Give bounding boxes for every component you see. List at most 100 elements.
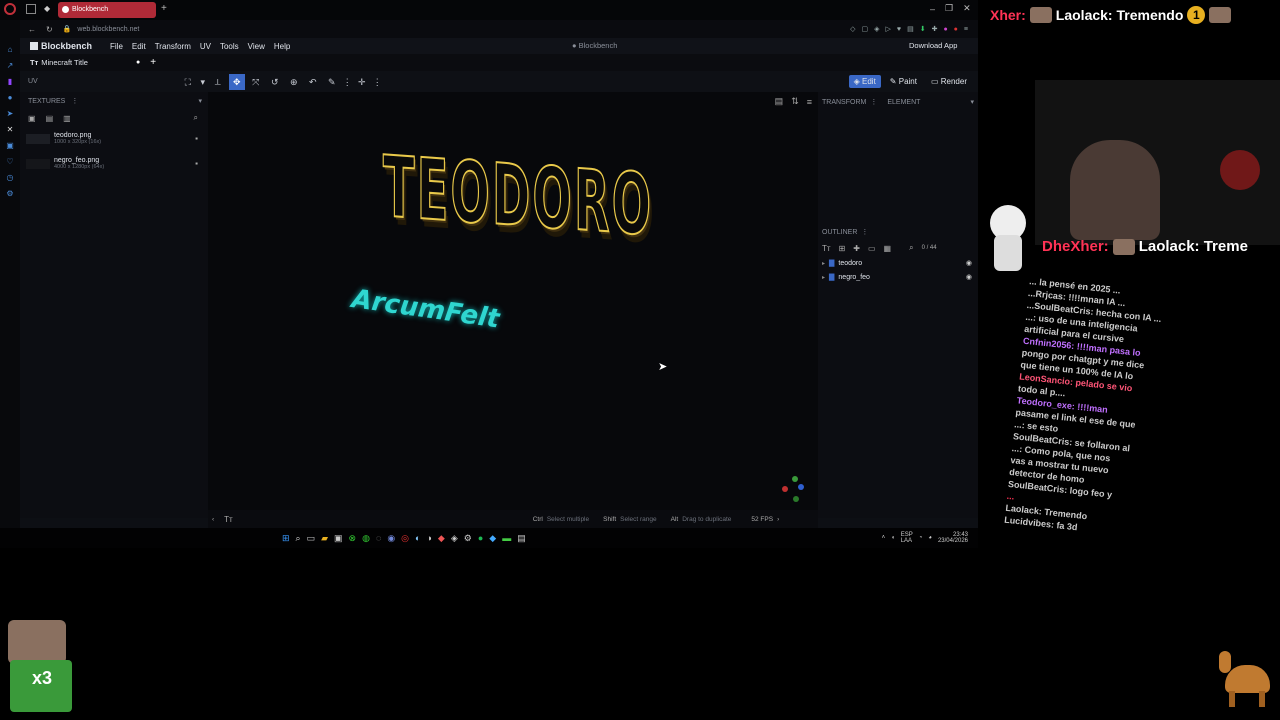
- notepad-icon[interactable]: ▤: [517, 533, 526, 544]
- sidebar-x-icon[interactable]: ✕: [0, 122, 20, 138]
- reload-icon[interactable]: ↻: [46, 25, 53, 34]
- mode-render[interactable]: ▭ Render: [926, 75, 972, 88]
- xbox-icon[interactable]: ⊗: [349, 533, 357, 544]
- visibility-eye-icon[interactable]: ◉: [966, 259, 972, 267]
- save-icon[interactable]: ▪: [195, 134, 198, 143]
- mode-edit[interactable]: ◈ Edit: [848, 75, 881, 88]
- terminal-icon[interactable]: ▣: [334, 533, 343, 544]
- sidebar-arrow-icon[interactable]: ↗: [0, 58, 20, 74]
- outliner-menu-icon[interactable]: ⋮: [861, 228, 868, 236]
- sidebar-home-icon[interactable]: ⌂: [0, 42, 20, 58]
- task-view-icon[interactable]: ▭: [307, 533, 316, 544]
- minimize-icon[interactable]: –: [930, 4, 935, 14]
- shield-icon[interactable]: ◈: [874, 25, 879, 33]
- textures-menu-icon[interactable]: ⋮: [71, 97, 78, 105]
- maximize-icon[interactable]: ❐: [945, 3, 953, 14]
- resize-tool-icon[interactable]: ⤧: [248, 74, 264, 90]
- volume-icon[interactable]: ◕: [928, 535, 932, 541]
- collapse-icon[interactable]: ▾: [970, 98, 974, 106]
- language-indicator[interactable]: ESP LAA: [901, 532, 913, 544]
- download-app-button[interactable]: Download App: [909, 41, 957, 50]
- create-texture-icon[interactable]: ▤: [46, 114, 54, 123]
- windows-start-icon[interactable]: ⊞: [282, 533, 290, 544]
- flow-icon[interactable]: ●: [943, 26, 947, 33]
- file-explorer-icon[interactable]: ▰: [321, 533, 328, 544]
- brave-icon[interactable]: ◆: [438, 533, 445, 544]
- collapse-left-icon[interactable]: ‹: [212, 516, 214, 523]
- wifi-icon[interactable]: ◔: [919, 535, 923, 541]
- sort-icon[interactable]: ⇅: [791, 96, 799, 107]
- move-tool-icon[interactable]: ✥: [228, 73, 245, 90]
- axis-gizmo[interactable]: [778, 474, 808, 504]
- opera-logo-icon[interactable]: [4, 3, 16, 15]
- expand-icon[interactable]: ▸: [822, 274, 825, 281]
- vertex-snap-icon[interactable]: ⟂: [210, 74, 226, 90]
- visibility-eye-icon[interactable]: ◉: [966, 273, 972, 281]
- screenshot-icon[interactable]: ▢: [862, 25, 869, 33]
- player-icon[interactable]: ▷: [886, 25, 891, 33]
- sidebar-twitch-icon[interactable]: ▮: [0, 74, 20, 90]
- close-icon[interactable]: ✕: [963, 3, 971, 14]
- sidebar-heart-icon[interactable]: ♡: [0, 154, 20, 170]
- menu-edit[interactable]: Edit: [132, 42, 146, 51]
- add-text-icon[interactable]: Tт: [822, 244, 831, 253]
- settings-icon[interactable]: ⚙: [464, 533, 472, 544]
- spotify-icon[interactable]: ●: [478, 533, 483, 543]
- menu-file[interactable]: File: [110, 42, 123, 51]
- vscode-icon[interactable]: ◆: [489, 533, 496, 544]
- search-icon[interactable]: ⌕: [909, 243, 913, 253]
- menu-uv[interactable]: UV: [200, 42, 211, 51]
- sidebar-telegram-icon[interactable]: ➤: [0, 106, 20, 122]
- collapse-icon[interactable]: ▾: [198, 97, 202, 105]
- teodoro-model[interactable]: TEODORO: [382, 137, 654, 277]
- opera-gx-icon[interactable]: ◎: [401, 533, 409, 544]
- heart-icon[interactable]: ♥: [897, 26, 901, 33]
- whatsapp-icon[interactable]: ◍: [362, 533, 370, 544]
- app-icon[interactable]: ◌: [376, 533, 381, 543]
- mic-icon[interactable]: ◖: [891, 535, 895, 541]
- menu-transform[interactable]: Transform: [155, 42, 191, 51]
- menu-tools[interactable]: Tools: [220, 42, 239, 51]
- url-field[interactable]: web.blockbench.net: [77, 26, 139, 33]
- taskbar-search-icon[interactable]: ⌕: [296, 533, 301, 544]
- menu-help[interactable]: Help: [274, 42, 290, 51]
- texture-item[interactable]: teodoro.png 1000 x 320px (16x) ▪: [20, 126, 208, 151]
- tab-blockbench[interactable]: Blockbench: [58, 2, 156, 18]
- collapse-right-icon[interactable]: ›: [777, 516, 779, 523]
- sidebar-messenger-icon[interactable]: ●: [0, 90, 20, 106]
- brush-icon[interactable]: ✎: [324, 74, 340, 90]
- subtitle-model[interactable]: ArcumFelt: [348, 284, 611, 360]
- tab-transform[interactable]: TRANSFORM: [822, 99, 866, 106]
- mode-paint[interactable]: ✎ Paint: [885, 75, 922, 88]
- folder-icon[interactable]: ▥: [63, 114, 71, 123]
- new-tab-icon[interactable]: +: [161, 3, 167, 14]
- wallet-icon[interactable]: ▤: [907, 25, 914, 33]
- grid-icon[interactable]: ▦: [884, 244, 892, 253]
- extension-icon[interactable]: ◇: [850, 25, 855, 33]
- search-icon[interactable]: ⌕: [194, 113, 198, 123]
- undo-icon[interactable]: ↶: [305, 74, 321, 90]
- add-cube-icon[interactable]: ✚: [853, 244, 860, 253]
- tab-element[interactable]: ELEMENT: [887, 99, 920, 106]
- clock[interactable]: 23:43 23/04/2026: [938, 532, 968, 544]
- save-icon[interactable]: ▪: [195, 159, 198, 168]
- import-texture-icon[interactable]: ▣: [28, 114, 36, 123]
- project-tab[interactable]: Tт Minecraft Title: [30, 58, 88, 67]
- profile-icon[interactable]: ●: [954, 26, 958, 33]
- menu-view[interactable]: View: [248, 42, 265, 51]
- blender-icon[interactable]: ◈: [451, 533, 458, 544]
- tabs-icon[interactable]: [26, 4, 36, 14]
- transform-menu-icon[interactable]: ⋮: [870, 98, 877, 106]
- texture-item[interactable]: negro_feo.png 4000 x 1280px (64x) ▪: [20, 151, 208, 176]
- folder-icon[interactable]: ▭: [868, 244, 876, 253]
- add-group-icon[interactable]: ⊞: [839, 244, 846, 253]
- transform-space-icon[interactable]: ✛: [354, 74, 370, 90]
- puzzle-icon[interactable]: ✚: [932, 25, 938, 33]
- rotate-tool-icon[interactable]: ↺: [267, 74, 283, 90]
- easy-setup-icon[interactable]: ≡: [964, 26, 968, 33]
- more-icon[interactable]: ⋮: [343, 74, 352, 90]
- 3d-viewport[interactable]: ▤ ⇅ ≡ TEODORO ArcumFelt ➤: [208, 92, 818, 510]
- sidebar-settings-icon[interactable]: ⚙: [0, 186, 20, 202]
- tray-chevron-icon[interactable]: ˄: [882, 535, 886, 541]
- dropdown-icon[interactable]: ▾: [199, 74, 207, 90]
